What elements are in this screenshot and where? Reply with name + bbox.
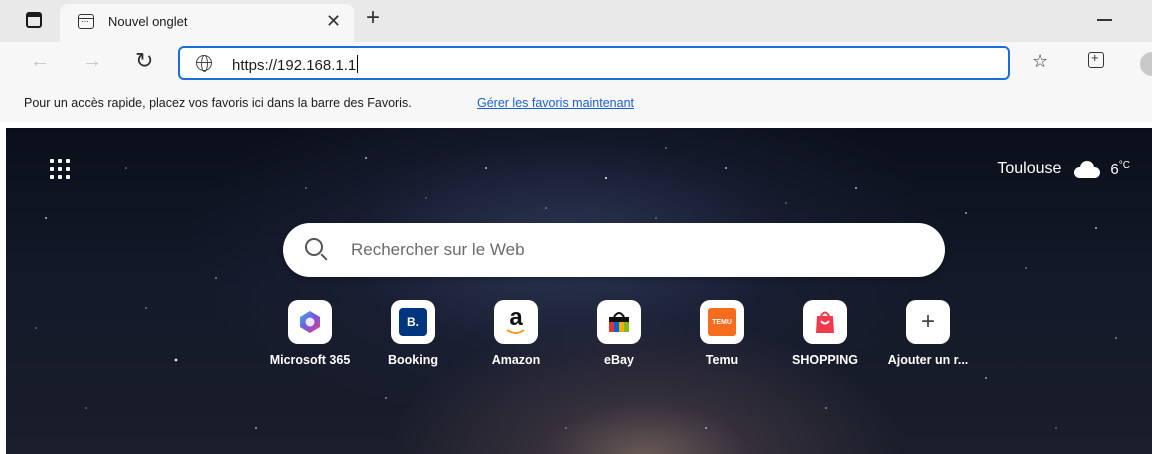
avatar[interactable] <box>1140 52 1152 76</box>
tile-icon-box <box>803 300 847 344</box>
favorites-bar: Pour un accès rapide, placez vos favoris… <box>0 86 1152 122</box>
search-placeholder: Rechercher sur le Web <box>351 240 525 259</box>
temu-icon: TEMU <box>708 308 736 336</box>
tab-new-tab[interactable]: Nouvel onglet ✕ <box>60 4 354 42</box>
address-bar[interactable]: https://192.168.1.1 <box>178 46 1010 80</box>
quick-link-label: Microsoft 365 <box>269 353 351 367</box>
temperature-unit: °C <box>1118 160 1130 171</box>
booking-icon: B. <box>399 308 427 336</box>
plus-icon: + <box>920 308 935 335</box>
tile-icon-box: + <box>906 300 950 344</box>
amazon-smile-icon <box>506 329 525 334</box>
shopping-bag-icon <box>816 311 834 333</box>
refresh-button[interactable]: ↻ <box>135 48 153 74</box>
forward-button[interactable]: → <box>82 50 102 73</box>
url-text[interactable]: https://192.168.1.1 <box>232 55 359 74</box>
tab-actions-icon[interactable] <box>26 12 42 28</box>
weather-city: Toulouse <box>997 160 1062 177</box>
tab-strip: Nouvel onglet ✕ + <box>0 0 1152 42</box>
quick-link-booking[interactable]: B. Booking <box>359 300 463 380</box>
globe-icon <box>196 55 212 72</box>
add-quick-link[interactable]: + Ajouter un r... <box>874 300 978 380</box>
quick-links: Microsoft 365 B. Booking a Amazon eBay T… <box>256 300 986 380</box>
quick-link-shopping[interactable]: SHOPPING <box>771 300 875 380</box>
quick-link-label: SHOPPING <box>792 353 858 367</box>
cloud-icon <box>1071 161 1101 178</box>
quick-link-ebay[interactable]: eBay <box>565 300 669 380</box>
microsoft-365-icon <box>300 311 320 333</box>
collections-icon[interactable] <box>1088 50 1104 68</box>
new-tab-page: Toulouse 6°C Rechercher sur le Web Micro… <box>6 128 1152 454</box>
quick-link-amazon[interactable]: a Amazon <box>462 300 566 380</box>
quick-link-label: Temu <box>705 353 739 367</box>
quick-link-temu[interactable]: TEMU Temu <box>668 300 772 380</box>
quick-link-label: Amazon <box>491 353 541 367</box>
tile-icon-box: TEMU <box>700 300 744 344</box>
new-tab-button[interactable]: + <box>366 4 380 32</box>
weather-widget[interactable]: Toulouse 6°C <box>997 160 1130 178</box>
manage-favorites-link[interactable]: Gérer les favoris maintenant <box>477 96 634 110</box>
close-icon[interactable]: ✕ <box>326 12 341 30</box>
tile-icon-box: a <box>494 300 538 344</box>
starfield-background <box>35 147 1117 429</box>
ebay-icon <box>609 312 629 332</box>
web-search-box[interactable]: Rechercher sur le Web <box>283 223 945 277</box>
tile-icon-box <box>597 300 641 344</box>
favorites-icon[interactable]: ☆ <box>1032 51 1048 72</box>
quick-link-label: Ajouter un r... <box>887 353 969 367</box>
text-cursor <box>357 55 359 73</box>
tile-icon-box: B. <box>391 300 435 344</box>
quick-link-label: Booking <box>388 353 438 367</box>
weather-temperature: 6°C <box>1110 160 1130 178</box>
tile-icon-box <box>288 300 332 344</box>
favorites-bar-hint: Pour un accès rapide, placez vos favoris… <box>24 96 412 110</box>
tab-title: Nouvel onglet <box>108 14 188 29</box>
toolbar: ← → ↻ https://192.168.1.1 ☆ <box>0 42 1152 86</box>
search-icon <box>305 238 323 256</box>
apps-grid-icon[interactable] <box>49 158 71 180</box>
new-tab-page-icon <box>78 14 94 29</box>
quick-link-microsoft-365[interactable]: Microsoft 365 <box>256 300 360 380</box>
minimize-icon[interactable] <box>1097 19 1112 21</box>
back-button[interactable]: ← <box>30 50 50 73</box>
quick-link-label: eBay <box>604 353 634 367</box>
